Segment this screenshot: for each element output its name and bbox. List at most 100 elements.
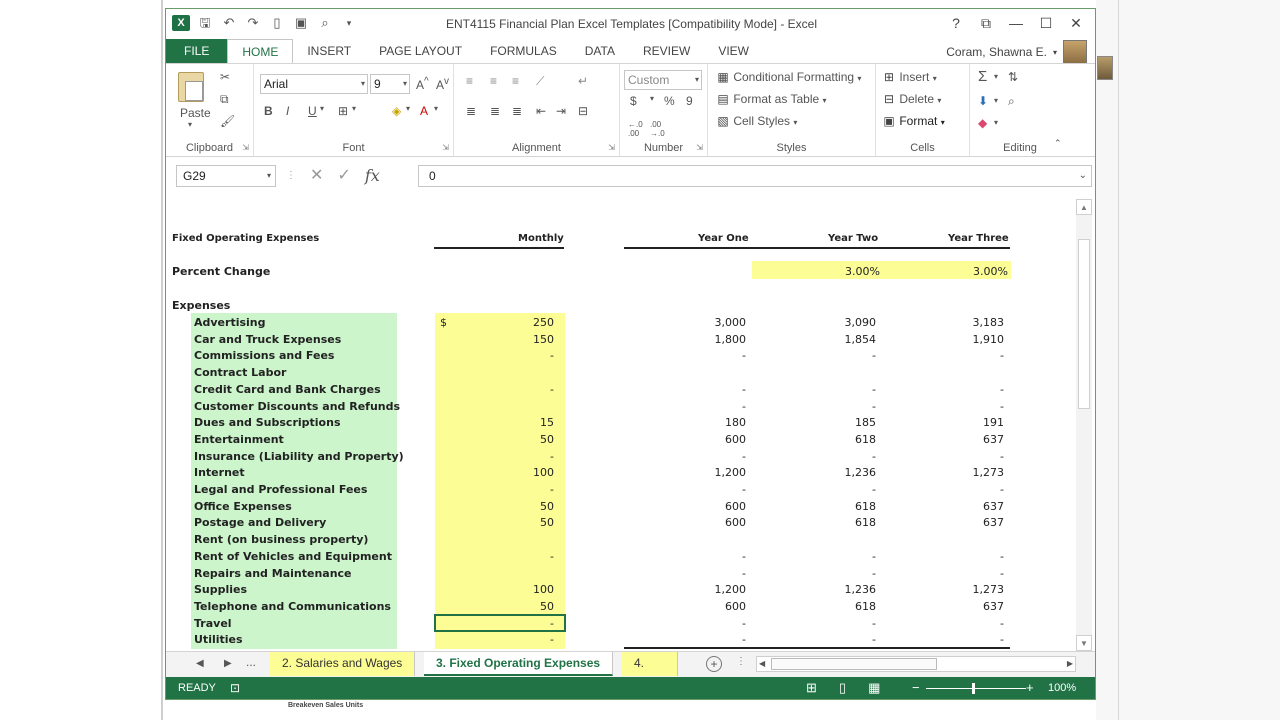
borders-dropdown-icon[interactable]: ▾ bbox=[352, 104, 356, 113]
expense-row-label[interactable]: Commissions and Fees bbox=[194, 349, 334, 362]
year-two-cell[interactable]: - bbox=[814, 349, 876, 362]
horizontal-scroll-thumb[interactable] bbox=[771, 658, 937, 670]
comma-format-button[interactable]: 9 bbox=[686, 94, 693, 108]
expense-row-label[interactable]: Internet bbox=[194, 466, 245, 479]
expense-row-label[interactable]: Rent (on business property) bbox=[194, 533, 368, 546]
autosum-dropdown-icon[interactable]: ▾ bbox=[994, 72, 998, 81]
year-two-cell[interactable]: - bbox=[814, 567, 876, 580]
year-two-cell[interactable]: - bbox=[814, 383, 876, 396]
worksheet-grid[interactable]: Fixed Operating Expenses Monthly Year On… bbox=[172, 199, 1072, 651]
tab-file[interactable]: FILE bbox=[166, 39, 228, 63]
scroll-left-icon[interactable]: ◀ bbox=[759, 657, 765, 671]
year-two-cell[interactable]: 185 bbox=[814, 416, 876, 429]
year-three-cell[interactable]: - bbox=[942, 617, 1004, 630]
find-select-icon[interactable]: ⌕ bbox=[1008, 94, 1015, 109]
expense-row-label[interactable]: Customer Discounts and Refunds bbox=[194, 400, 400, 413]
avatar[interactable] bbox=[1063, 40, 1087, 64]
year-one-cell[interactable]: 1,200 bbox=[684, 583, 747, 596]
format-as-table-button[interactable]: ▤ Format as Table ▾ bbox=[716, 92, 826, 106]
page-break-view-icon[interactable]: ▦ bbox=[868, 680, 880, 696]
align-center-icon[interactable]: ≣ bbox=[490, 104, 500, 118]
expense-row-label[interactable]: Supplies bbox=[194, 583, 247, 596]
clear-dropdown-icon[interactable]: ▾ bbox=[994, 118, 998, 127]
zoom-level[interactable]: 100% bbox=[1048, 682, 1076, 694]
more-sheets-button[interactable]: ... bbox=[246, 655, 256, 669]
year-three-cell[interactable]: 1,273 bbox=[942, 466, 1005, 479]
vertical-scroll-thumb[interactable] bbox=[1078, 239, 1090, 409]
year-two-cell[interactable]: 618 bbox=[814, 500, 876, 513]
tab-insert[interactable]: INSERT bbox=[293, 39, 365, 63]
year-three-cell[interactable]: 637 bbox=[942, 600, 1004, 613]
tab-formulas[interactable]: FORMULAS bbox=[476, 39, 571, 63]
name-box[interactable]: G29 ▾ bbox=[176, 165, 276, 187]
percent-year-two[interactable]: 3.00% bbox=[820, 265, 880, 278]
year-one-cell[interactable]: 1,200 bbox=[684, 466, 747, 479]
clear-icon[interactable]: ◆ bbox=[978, 116, 987, 130]
year-one-cell[interactable]: - bbox=[684, 550, 746, 563]
increase-indent-icon[interactable]: ⇥ bbox=[556, 104, 566, 118]
tab-data[interactable]: DATA bbox=[571, 39, 629, 63]
maximize-icon[interactable]: ☐ bbox=[1031, 14, 1061, 32]
paste-icon[interactable] bbox=[178, 72, 204, 102]
paste-button[interactable]: Paste bbox=[180, 106, 211, 120]
page-layout-view-icon[interactable]: ▯ bbox=[839, 680, 846, 696]
monthly-cell[interactable]: - bbox=[502, 550, 554, 563]
tab-page-layout[interactable]: PAGE LAYOUT bbox=[365, 39, 476, 63]
year-three-cell[interactable]: 637 bbox=[942, 516, 1004, 529]
year-two-cell[interactable]: 1,854 bbox=[814, 333, 877, 346]
year-three-cell[interactable]: - bbox=[942, 483, 1004, 496]
year-one-cell[interactable]: - bbox=[684, 349, 746, 362]
borders-icon[interactable]: ⊞ bbox=[338, 104, 348, 118]
tab-view[interactable]: VIEW bbox=[704, 39, 763, 63]
tab-review[interactable]: REVIEW bbox=[629, 39, 704, 63]
year-two-cell[interactable]: - bbox=[814, 617, 876, 630]
wrap-text-icon[interactable]: ↵ bbox=[578, 74, 588, 88]
year-three-cell[interactable]: - bbox=[942, 633, 1004, 646]
format-painter-icon[interactable]: 🖌 bbox=[220, 114, 235, 128]
year-two-cell[interactable]: - bbox=[814, 633, 876, 646]
prev-sheet-icon[interactable]: ◀ bbox=[196, 658, 204, 669]
year-one-cell[interactable]: 600 bbox=[684, 500, 746, 513]
align-middle-icon[interactable]: ≡ bbox=[490, 74, 497, 88]
cut-icon[interactable]: ✂ bbox=[220, 70, 230, 84]
expense-row-label[interactable]: Car and Truck Expenses bbox=[194, 333, 341, 346]
year-one-cell[interactable]: - bbox=[684, 450, 746, 463]
year-one-cell[interactable]: - bbox=[684, 633, 746, 646]
expense-row-label[interactable]: Dues and Subscriptions bbox=[194, 416, 341, 429]
decrease-font-icon[interactable]: Av bbox=[436, 76, 449, 92]
monthly-cell[interactable]: 50 bbox=[502, 433, 554, 446]
cancel-icon[interactable]: ✕ bbox=[310, 165, 323, 185]
underline-dropdown-icon[interactable]: ▾ bbox=[320, 104, 324, 113]
font-size-combo[interactable]: 9 ▾ bbox=[370, 74, 410, 94]
monthly-cell[interactable]: 250 bbox=[502, 316, 554, 329]
year-two-cell[interactable]: 3,090 bbox=[814, 316, 877, 329]
font-launcher-icon[interactable]: ⇲ bbox=[442, 143, 449, 152]
expense-row-label[interactable]: Entertainment bbox=[194, 433, 284, 446]
fill-color-icon[interactable]: ◈ bbox=[392, 104, 401, 118]
decrease-indent-icon[interactable]: ⇤ bbox=[536, 104, 546, 118]
scroll-down-icon[interactable]: ▼ bbox=[1076, 635, 1092, 651]
formula-input[interactable]: 0 ⌄ bbox=[418, 165, 1092, 187]
sort-filter-icon[interactable]: ⇅ bbox=[1008, 70, 1018, 84]
increase-decimal-icon[interactable]: ←.0.00 bbox=[628, 120, 643, 138]
fill-dropdown-icon[interactable]: ▾ bbox=[994, 96, 998, 105]
font-color-icon[interactable]: A bbox=[420, 104, 428, 118]
close-icon[interactable]: ✕ bbox=[1061, 14, 1091, 32]
monthly-cell[interactable]: - bbox=[502, 483, 554, 496]
year-two-cell[interactable]: 1,236 bbox=[814, 583, 877, 596]
year-one-cell[interactable]: - bbox=[684, 400, 746, 413]
normal-view-icon[interactable]: ⊞ bbox=[806, 680, 817, 696]
monthly-cell[interactable]: 50 bbox=[502, 500, 554, 513]
bold-button[interactable]: B bbox=[264, 104, 273, 118]
user-account[interactable]: Coram, Shawna E. ▾ bbox=[946, 40, 1087, 64]
year-three-cell[interactable]: 191 bbox=[942, 416, 1004, 429]
collapse-ribbon-icon[interactable]: ⌃ bbox=[1054, 138, 1062, 149]
year-one-cell[interactable]: 3,000 bbox=[684, 316, 747, 329]
monthly-cell[interactable]: 50 bbox=[502, 516, 554, 529]
year-three-cell[interactable]: - bbox=[942, 383, 1004, 396]
percent-year-three[interactable]: 3.00% bbox=[948, 265, 1008, 278]
ribbon-display-icon[interactable]: ⧉ bbox=[971, 14, 1001, 32]
year-one-cell[interactable]: - bbox=[684, 483, 746, 496]
cell-styles-button[interactable]: ▧ Cell Styles ▾ bbox=[716, 114, 797, 128]
currency-dropdown-icon[interactable]: ▾ bbox=[650, 94, 654, 103]
